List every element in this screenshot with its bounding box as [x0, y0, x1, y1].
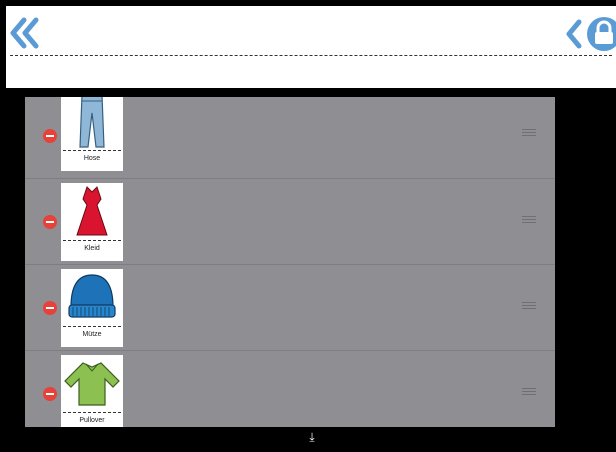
lock-icon[interactable] [586, 16, 616, 52]
download-arrow-icon[interactable]: ⤓ [306, 430, 318, 444]
card-divider [63, 326, 121, 327]
symbol-card[interactable]: Hose [61, 97, 123, 171]
app-frame: Hose Kleid Mütze Pullover ⤓ [0, 0, 616, 452]
drag-handle-icon[interactable] [522, 129, 536, 137]
remove-button[interactable] [43, 301, 57, 315]
drag-handle-icon[interactable] [522, 302, 536, 310]
symbol-card[interactable]: Pullover [61, 355, 123, 427]
item-label: Hose [83, 155, 101, 162]
card-divider [63, 240, 121, 241]
item-label: Kleid [84, 245, 100, 252]
list-item: Pullover [25, 351, 555, 427]
remove-button[interactable] [43, 215, 57, 229]
dress-icon [76, 186, 108, 236]
beanie-icon [68, 274, 116, 318]
remove-button[interactable] [43, 387, 57, 401]
drag-handle-icon[interactable] [522, 388, 536, 396]
double-chevron-left-icon[interactable] [8, 16, 42, 50]
list-item: Hose [25, 97, 555, 179]
drag-handle-icon[interactable] [522, 216, 536, 224]
sweater-icon [64, 362, 120, 406]
header-divider [10, 55, 612, 56]
header-bar [6, 6, 616, 88]
symbol-card[interactable]: Kleid [61, 183, 123, 261]
item-list[interactable]: Hose Kleid Mütze Pullover [25, 97, 555, 427]
card-divider [63, 150, 121, 151]
symbol-card[interactable]: Mütze [61, 269, 123, 347]
remove-button[interactable] [43, 129, 57, 143]
chevron-left-icon[interactable] [564, 18, 584, 50]
list-item: Mütze [25, 265, 555, 351]
item-label: Mütze [82, 331, 102, 338]
card-divider [63, 412, 121, 413]
list-item: Kleid [25, 179, 555, 265]
trousers-icon [79, 97, 105, 148]
item-label: Pullover [79, 417, 105, 424]
